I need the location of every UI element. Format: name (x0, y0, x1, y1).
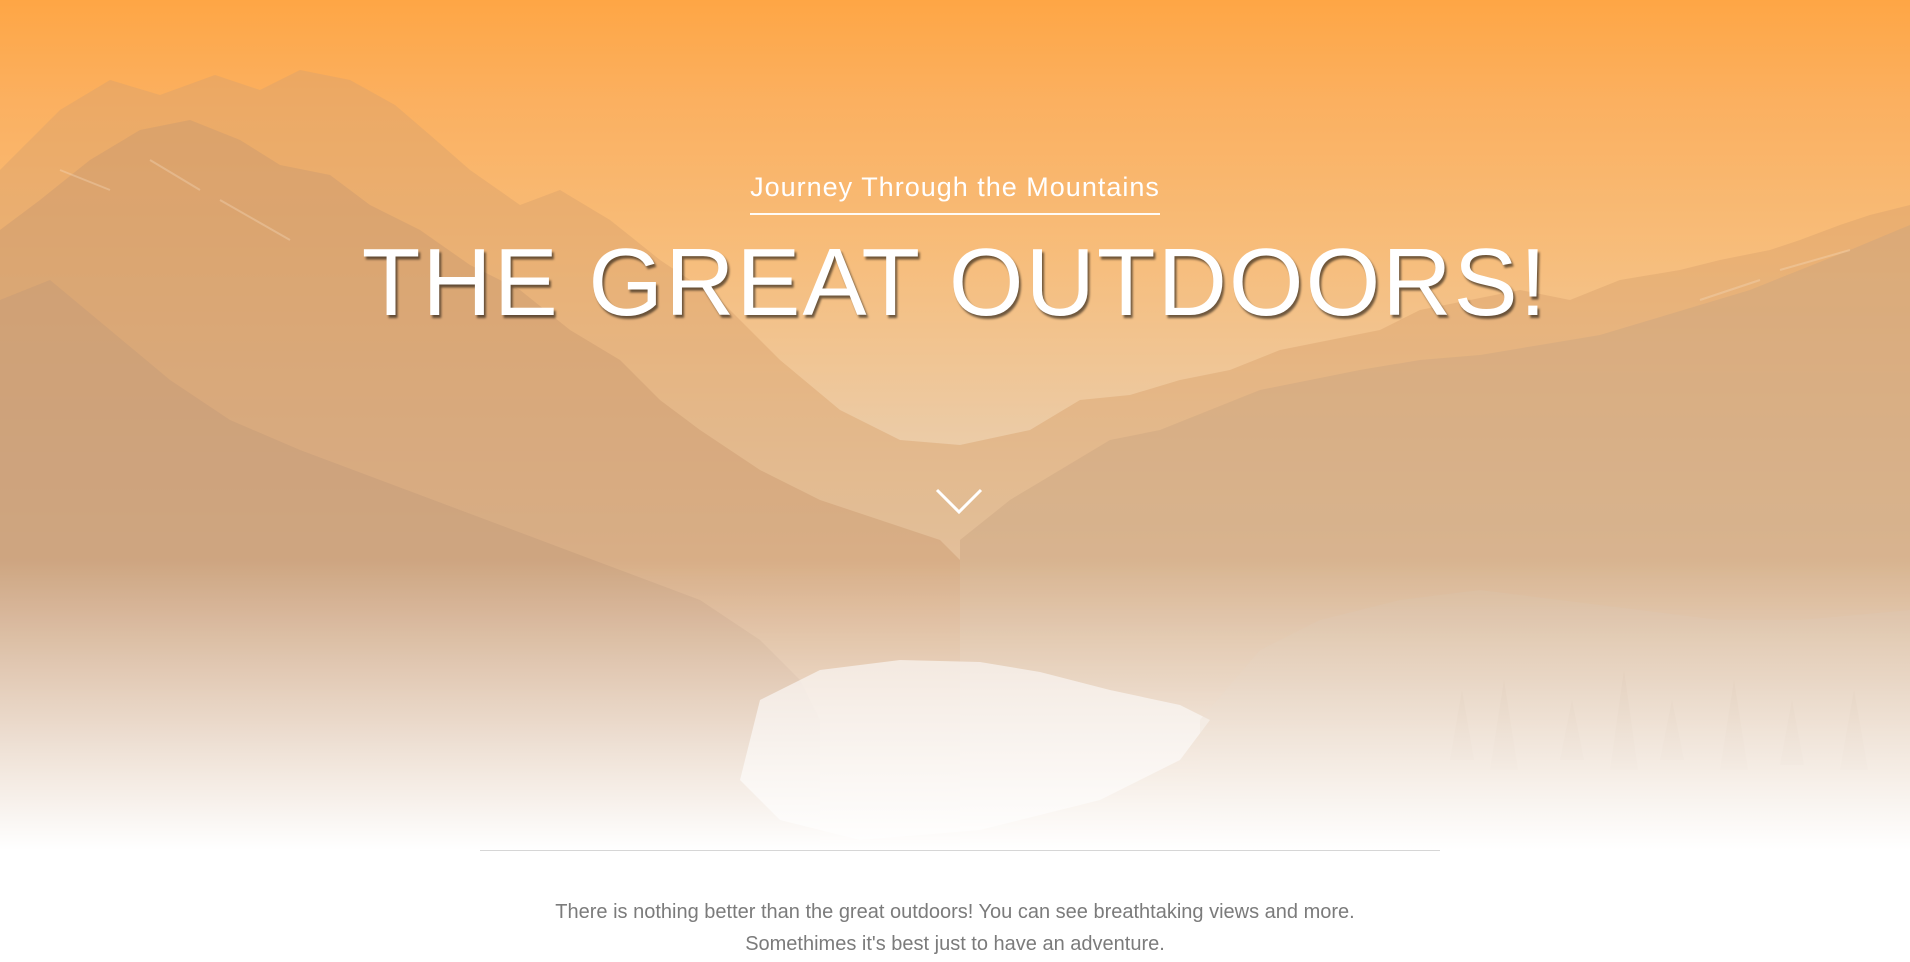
intro-line-1: There is nothing better than the great o… (555, 901, 1355, 923)
hero-section: Journey Through the Mountains THE GREAT … (0, 0, 1910, 850)
page: Journey Through the Mountains THE GREAT … (0, 0, 1910, 962)
hero-subtitle-wrap: Journey Through the Mountains (0, 172, 1910, 215)
hero-fade-overlay (0, 560, 1910, 850)
hero-title: THE GREAT OUTDOORS! (361, 229, 1549, 336)
intro-line-2: Somethimes it's best just to have an adv… (745, 933, 1165, 955)
hero-subtitle: Journey Through the Mountains (750, 172, 1160, 215)
section-divider (480, 850, 1440, 851)
scroll-down-button[interactable] (934, 487, 984, 517)
intro-text: There is nothing better than the great o… (0, 896, 1910, 960)
chevron-down-icon (935, 488, 983, 515)
